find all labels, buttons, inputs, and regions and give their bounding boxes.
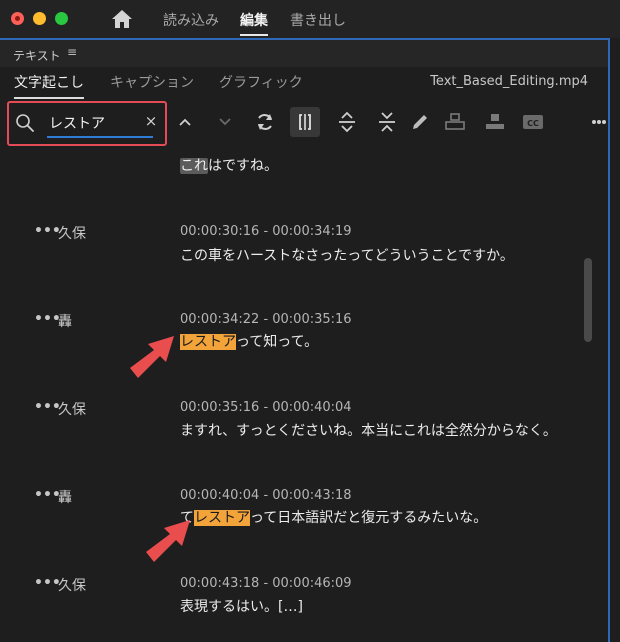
svg-text:CC: CC <box>527 119 539 128</box>
speaker-label[interactable]: 久保 <box>58 575 86 595</box>
item-menu-icon[interactable]: ••• <box>34 311 61 327</box>
tab-transcript[interactable]: 文字起こし <box>14 72 84 99</box>
panel-tabs: 文字起こし キャプション グラフィック Text_Based_Editing.m… <box>0 67 608 99</box>
insert-block-icon[interactable] <box>480 107 510 137</box>
item-menu-icon[interactable]: ••• <box>34 487 61 503</box>
speaker-label[interactable]: 轟 <box>58 311 72 331</box>
scrollbar-thumb[interactable] <box>584 258 592 342</box>
timecode: 00:00:30:16 - 00:00:34:19 <box>180 224 352 239</box>
home-icon[interactable] <box>111 8 133 30</box>
cc-icon[interactable]: CC <box>518 107 548 137</box>
search-input-underline <box>47 136 153 138</box>
search-input[interactable] <box>49 112 139 134</box>
minimize-window-button[interactable] <box>33 12 46 25</box>
transcript-text[interactable]: この車をハーストなさったってどういうことですか。 <box>180 245 514 265</box>
speaker-label[interactable]: 久保 <box>58 223 86 243</box>
nav-export[interactable]: 書き出し <box>290 10 346 30</box>
search-match-highlight: レストア <box>194 510 250 526</box>
timecode: 00:00:40:04 - 00:00:43:18 <box>180 488 352 503</box>
collapse-icon[interactable] <box>372 107 402 137</box>
tab-graphics[interactable]: グラフィック <box>219 72 303 92</box>
nav-edit[interactable]: 編集 <box>240 10 268 36</box>
item-menu-icon[interactable]: ••• <box>34 223 61 239</box>
toolbar: × <box>0 97 608 151</box>
more-options-icon[interactable] <box>590 107 608 137</box>
panel-header: テキスト ≡ <box>0 40 608 67</box>
clear-search-button[interactable]: × <box>144 112 158 130</box>
speaker-block-icon[interactable] <box>440 107 470 137</box>
speaker-label[interactable]: 轟 <box>58 487 72 507</box>
chevron-down-icon[interactable] <box>210 107 240 137</box>
search-match-highlight: レストア <box>180 334 236 350</box>
expand-icon[interactable] <box>332 107 362 137</box>
search-icon <box>16 114 34 132</box>
timecode: 00:00:43:18 - 00:00:46:09 <box>180 576 352 591</box>
timecode: 00:00:34:22 - 00:00:35:16 <box>180 312 352 327</box>
transcript-selection: これ <box>180 158 208 174</box>
transcript-text[interactable]: ますれ、すっとくださいね。本当にこれは全然分からなく。 <box>180 420 557 440</box>
close-window-button[interactable] <box>11 12 24 25</box>
nav-import[interactable]: 読み込み <box>163 10 219 30</box>
item-menu-icon[interactable]: ••• <box>34 575 61 591</box>
tab-captions[interactable]: キャプション <box>110 72 194 92</box>
annotation-arrow-icon <box>130 336 174 378</box>
text-panel: テキスト ≡ 文字起こし キャプション グラフィック Text_Based_Ed… <box>0 38 610 642</box>
title-bar: 読み込み 編集 書き出し <box>0 0 620 38</box>
transcript-text[interactable]: レストアって知って。 <box>180 331 318 351</box>
annotation-arrow-icon <box>146 520 190 562</box>
speaker-label[interactable]: 久保 <box>58 399 86 419</box>
source-filename: Text_Based_Editing.mp4 <box>430 74 588 89</box>
hamburger-icon[interactable]: ≡ <box>67 45 77 59</box>
transcript-text[interactable]: これはですね。 <box>180 155 278 175</box>
item-menu-icon[interactable]: ••• <box>34 399 61 415</box>
refresh-icon[interactable] <box>250 107 280 137</box>
transcript-text[interactable]: 表現するはい。[…] <box>180 596 303 616</box>
timecode: 00:00:35:16 - 00:00:40:04 <box>180 400 352 415</box>
split-icon[interactable] <box>290 107 320 137</box>
search-box: × <box>7 101 167 146</box>
chevron-up-icon[interactable] <box>170 107 200 137</box>
zoom-window-button[interactable] <box>55 12 68 25</box>
panel-title: テキスト <box>13 49 61 63</box>
pencil-icon[interactable] <box>405 107 435 137</box>
transcript-list: これはですね。 ••• 久保 00:00:30:16 - 00:00:34:19… <box>0 151 596 642</box>
transcript-text[interactable]: てレストアって日本語訳だと復元するみたいな。 <box>180 507 487 527</box>
